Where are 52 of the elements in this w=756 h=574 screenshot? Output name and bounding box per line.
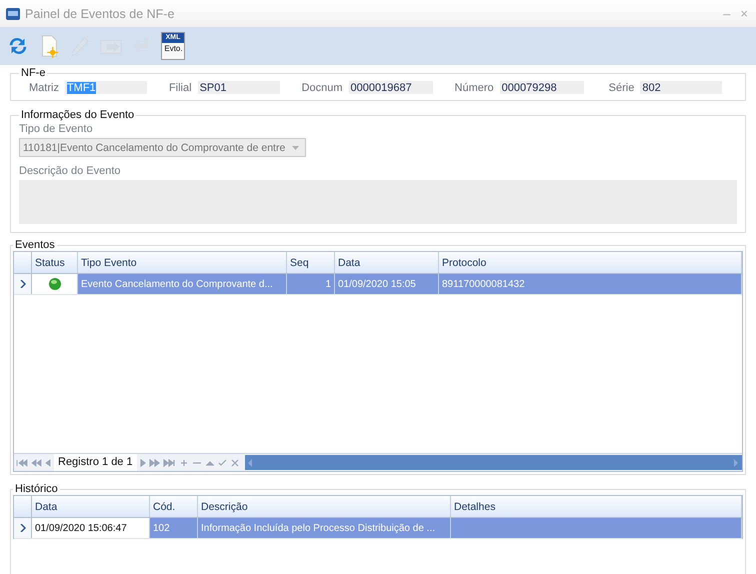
previous-record-icon (45, 458, 51, 466)
table-cell: 01/09/2020 15:06:47 (35, 522, 127, 534)
row-indicator-icon (20, 280, 26, 288)
column-header[interactable]: Seq (287, 252, 335, 273)
field-label: Matriz (29, 82, 59, 94)
horizontal-scrollbar[interactable] (244, 455, 742, 470)
column-header[interactable]: Cód. (150, 496, 198, 517)
input-field[interactable]: SP01 (198, 81, 280, 94)
column-header[interactable]: Data (335, 252, 439, 273)
up-icon (204, 458, 214, 466)
field-label: Filial (168, 82, 192, 94)
input-field[interactable]: 802 (640, 81, 722, 94)
table-cell: 1 (325, 278, 331, 290)
row-indicator-icon (20, 524, 26, 532)
table-cell: Evento Cancelamento do Comprovante d... (81, 278, 273, 290)
column-header[interactable]: Tipo Evento (78, 252, 287, 273)
column-header[interactable]: Descrição (198, 496, 451, 517)
input-field[interactable]: 0000019687 (348, 81, 433, 94)
field-label: Descrição do Evento (19, 165, 122, 177)
first-record-icon (16, 458, 28, 466)
table-cell: 102 (153, 522, 170, 534)
column-header[interactable]: Status (32, 252, 78, 273)
table-cell: 891170000081432 (442, 278, 525, 290)
table-row[interactable]: 01/09/2020 15:06:47 102 Informação Incluída pelo Processo Distribuição de ... (14, 518, 742, 539)
previous-page-icon (31, 458, 42, 466)
table-cell: Informação Incluída pelo Processo Distribuição de ... (201, 522, 436, 534)
group-title: Eventos (14, 239, 56, 251)
field-label: Tipo de Evento (19, 123, 94, 135)
dropdown-arrow-icon (292, 146, 299, 150)
app-icon (6, 6, 20, 20)
input-field[interactable]: 000079298 (500, 81, 584, 94)
column-header[interactable]: Protocolo (439, 252, 742, 273)
next-page-icon (148, 458, 160, 466)
checkmark-icon (216, 458, 227, 466)
group-title: Histórico (14, 483, 59, 495)
field-label: Número (454, 82, 494, 94)
event-type-dropdown[interactable]: 110181|Evento Cancelamento do Comprovante de entre (19, 138, 306, 157)
field-label: Docnum (302, 82, 343, 94)
last-record-icon (162, 458, 175, 466)
window-title: Painel de Eventos de NF-e (25, 6, 176, 20)
column-header[interactable]: Detalhes (451, 496, 742, 517)
table-cell: 01/09/2020 15:05 (338, 278, 416, 290)
field-label: Série (608, 82, 634, 94)
group-title: NF-e (20, 67, 46, 79)
cancel-icon (230, 458, 240, 466)
scroll-left-icon (248, 458, 253, 466)
record-counter: Registro 1 de 1 (54, 454, 137, 471)
status-dot-icon (48, 278, 60, 290)
column-header[interactable]: Data (32, 496, 150, 517)
scroll-right-icon (734, 458, 739, 466)
next-record-icon (140, 458, 146, 466)
group-title: Informações do Evento (20, 109, 136, 121)
